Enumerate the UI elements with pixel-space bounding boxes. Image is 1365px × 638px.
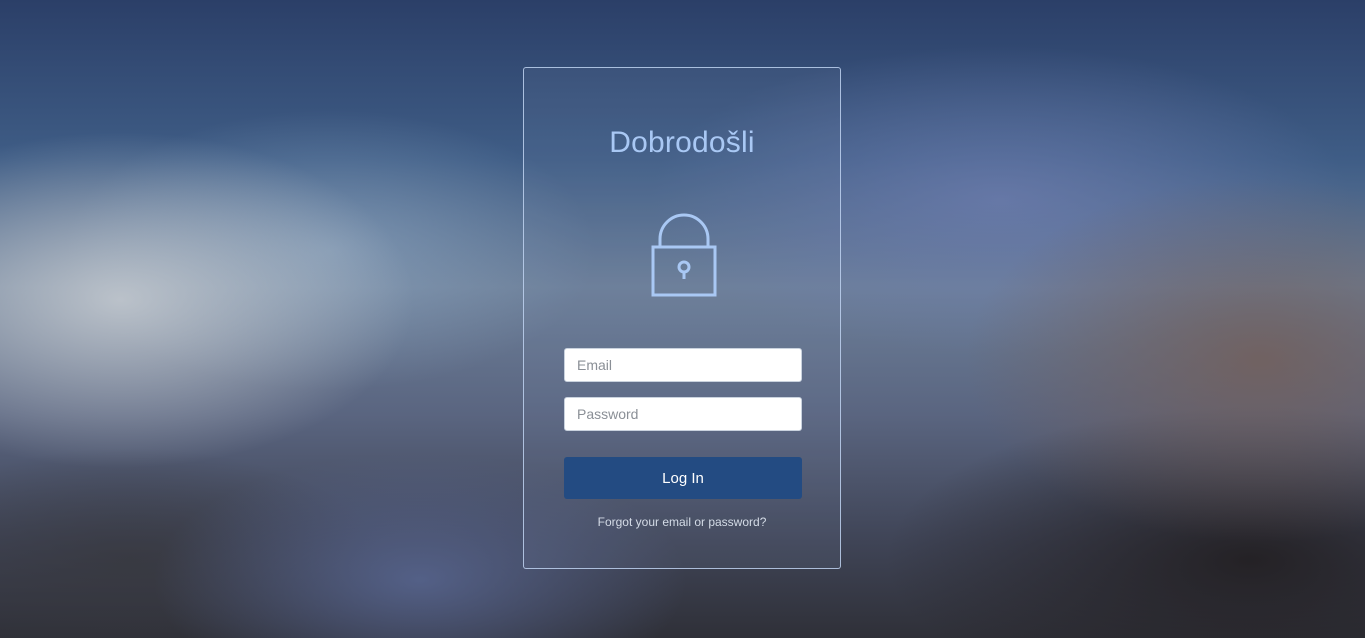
welcome-title: Dobrodošli: [609, 126, 755, 159]
login-card: Dobrodošli Log In Forgot your email or p…: [523, 67, 841, 569]
login-button[interactable]: Log In: [564, 457, 802, 499]
email-input[interactable]: [564, 348, 802, 382]
password-input[interactable]: [564, 397, 802, 431]
padlock-icon: [651, 213, 717, 297]
forgot-credentials-link[interactable]: Forgot your email or password?: [524, 515, 840, 529]
